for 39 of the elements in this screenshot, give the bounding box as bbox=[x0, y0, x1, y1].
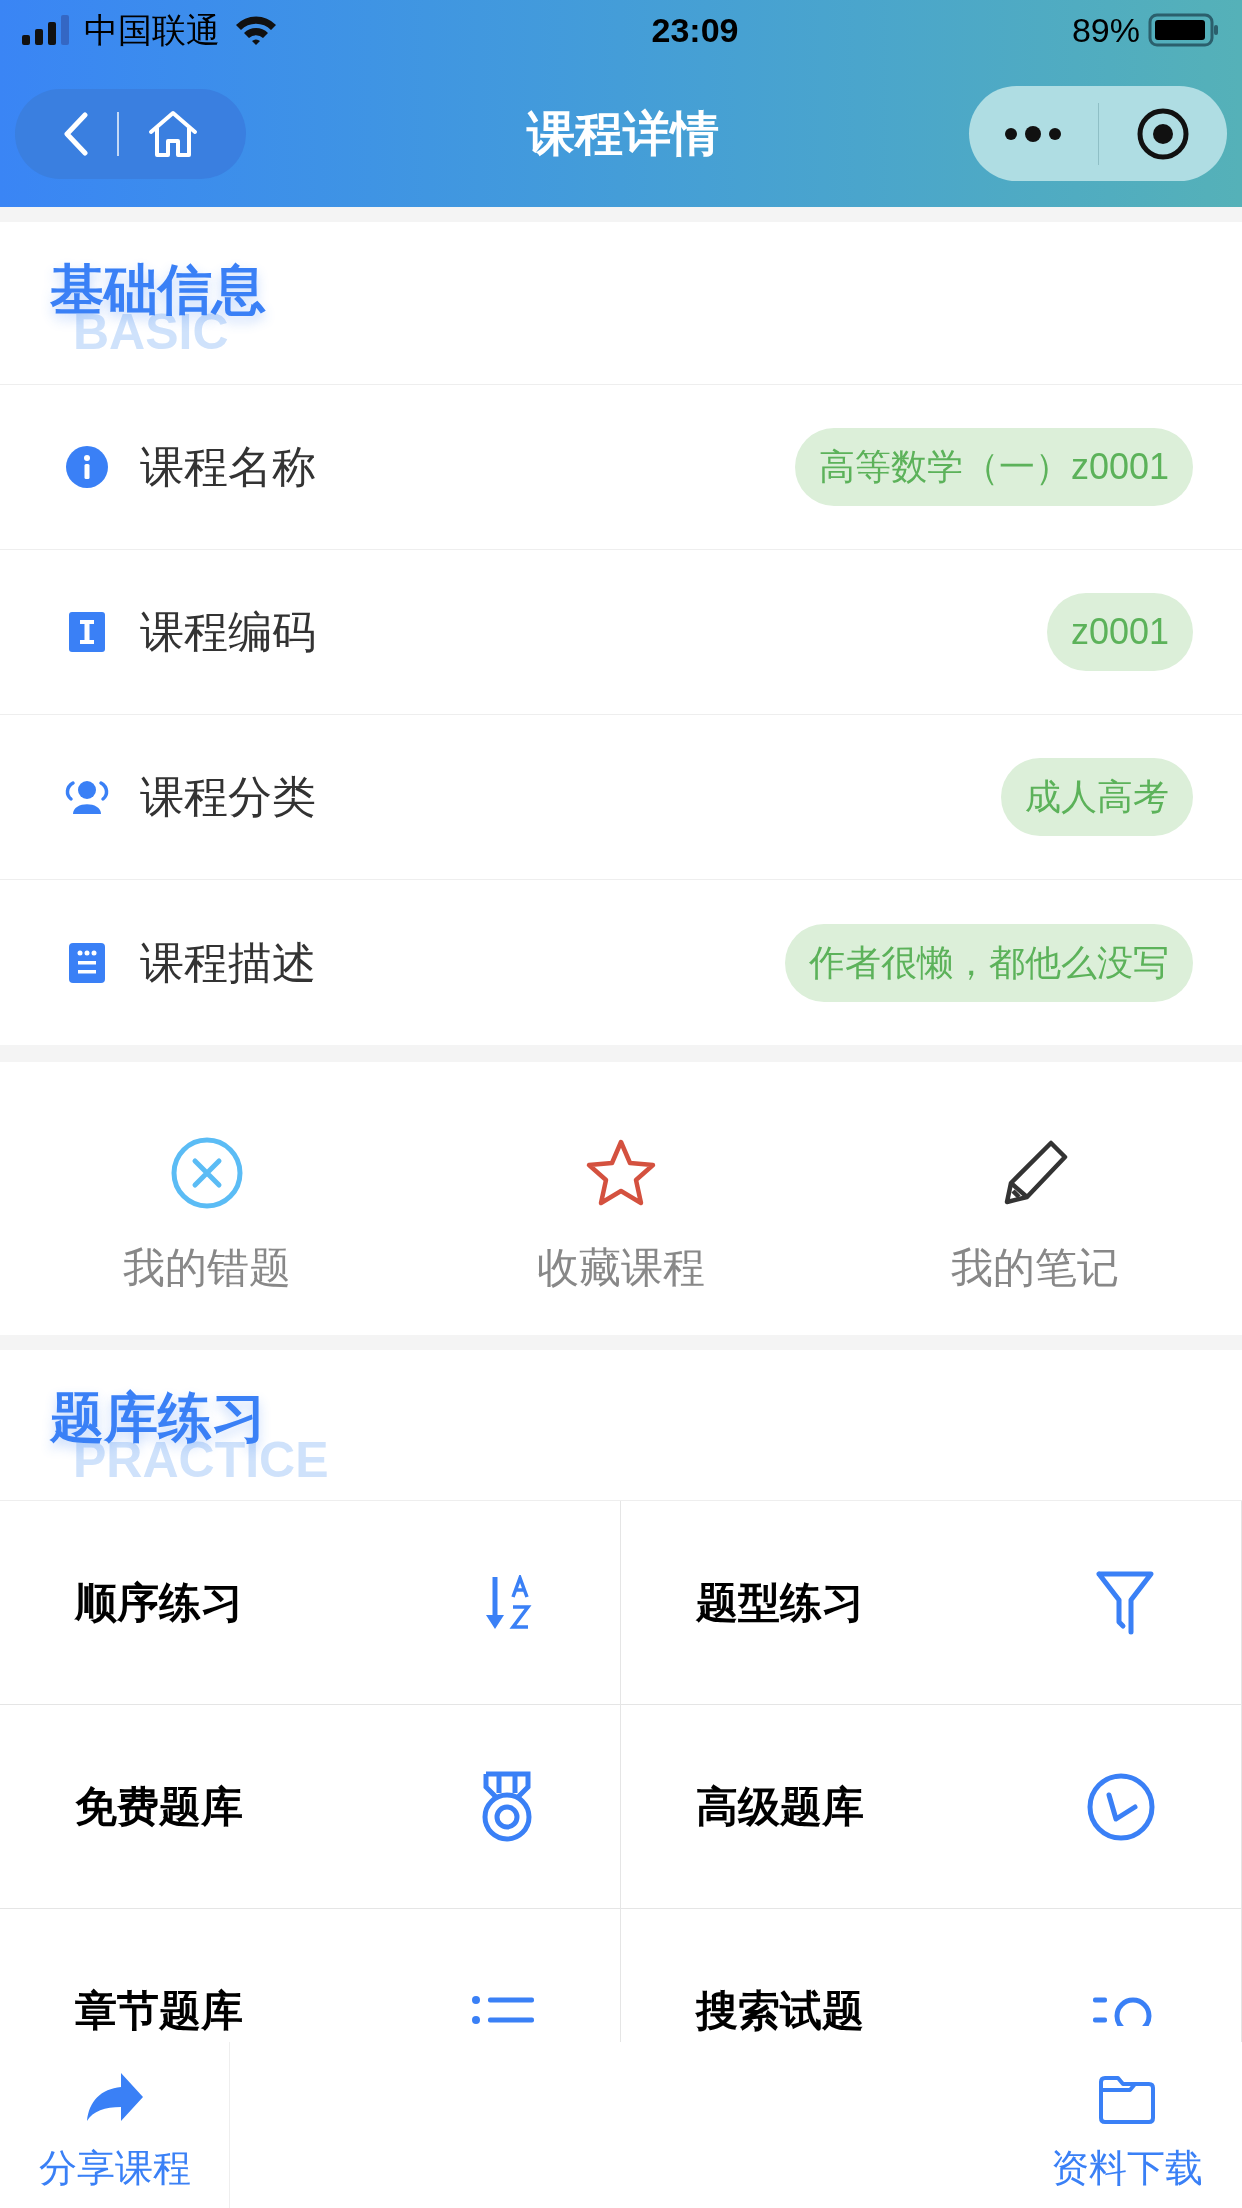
practice-tile[interactable]: 题型练习 bbox=[621, 1501, 1242, 1705]
medal-icon bbox=[480, 1770, 534, 1843]
more-icon[interactable] bbox=[1004, 124, 1063, 143]
home-icon[interactable] bbox=[146, 109, 199, 158]
action-button[interactable]: 我的错题 bbox=[0, 1062, 414, 1335]
sort-icon bbox=[484, 1574, 534, 1631]
star-icon bbox=[585, 1138, 657, 1208]
wifi-icon bbox=[234, 14, 278, 46]
folder-icon bbox=[1098, 2074, 1156, 2124]
battery-icon bbox=[1148, 13, 1220, 47]
practice-tile[interactable]: 高级题库 bbox=[621, 1705, 1242, 1909]
list-icon bbox=[472, 1995, 534, 2026]
carrier-name: 中国联通 bbox=[84, 9, 220, 51]
clock-time: 23:09 bbox=[651, 9, 739, 51]
value-tag: 作者很懒，都他么没写 bbox=[785, 923, 1193, 1002]
text-cursor-icon bbox=[69, 612, 105, 652]
practice-tile[interactable]: 免费题库 bbox=[0, 1705, 621, 1909]
page-title: 课程详情 bbox=[526, 105, 719, 162]
action-button[interactable]: 我的笔记 bbox=[828, 1062, 1242, 1335]
value-tag: z0001 bbox=[1046, 593, 1193, 671]
info-icon bbox=[66, 446, 108, 488]
bottom-action[interactable]: 分享课程 bbox=[0, 2042, 230, 2208]
filter-icon bbox=[1095, 1569, 1155, 1636]
row-label: 课程编码 bbox=[140, 606, 317, 658]
practice-tile[interactable]: 顺序练习 bbox=[0, 1501, 621, 1705]
row-label: 课程名称 bbox=[140, 441, 317, 493]
row-label: 课程描述 bbox=[140, 936, 317, 989]
value-tag: 高等数学（一）z0001 bbox=[794, 428, 1193, 506]
action-button[interactable]: 收藏课程 bbox=[414, 1062, 828, 1335]
battery-percent: 89% bbox=[1071, 9, 1140, 51]
value-tag: 成人高考 bbox=[1001, 758, 1193, 836]
bottom-action[interactable]: 资料下载 bbox=[1012, 2042, 1242, 2208]
back-icon[interactable] bbox=[62, 111, 89, 156]
close-circle-icon bbox=[171, 1137, 243, 1209]
close-target-icon[interactable] bbox=[1135, 106, 1190, 161]
signal-icon bbox=[22, 15, 72, 45]
users-icon bbox=[64, 779, 110, 815]
row-label: 课程分类 bbox=[140, 771, 317, 823]
document-icon bbox=[69, 942, 105, 983]
